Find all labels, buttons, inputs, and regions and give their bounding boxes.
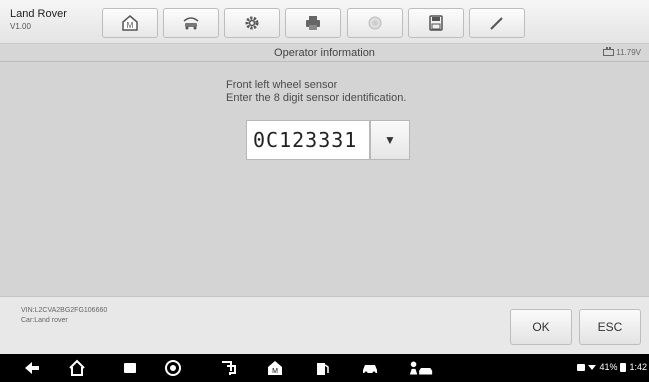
vehicle-person-icon (409, 361, 433, 375)
top-toolbar: Land Rover V1.00 M (0, 0, 649, 44)
sensor-location-label: Front left wheel sensor (226, 79, 338, 91)
page-title: Operator information (274, 47, 375, 59)
autel-home-icon: M (268, 361, 282, 375)
connect-icon (222, 361, 236, 375)
print-button[interactable] (285, 8, 341, 38)
chrome-icon (165, 360, 181, 376)
app-title: Land Rover V1.00 (10, 8, 100, 33)
nav-fuel-button[interactable] (313, 359, 333, 377)
recent-apps-icon (124, 363, 136, 373)
nav-home-button[interactable] (67, 359, 87, 377)
nav-recent-apps-button[interactable] (120, 359, 140, 377)
svg-text:M: M (127, 21, 134, 30)
home-button[interactable]: M (102, 8, 158, 38)
home-icon (69, 359, 85, 376)
nav-chrome-button[interactable] (163, 359, 183, 377)
vehicle-swap-icon (183, 17, 199, 30)
sensor-id-dropdown-button[interactable]: ▼ (370, 120, 410, 160)
svg-text:M: M (272, 368, 278, 375)
battery-icon (603, 47, 615, 56)
home-icon: M (122, 15, 138, 31)
back-icon (25, 362, 39, 374)
car-icon (363, 365, 377, 375)
sensor-id-input[interactable]: 0C123331 (246, 120, 370, 160)
help-icon (368, 16, 382, 30)
wifi-icon (588, 364, 597, 370)
edit-button[interactable] (469, 8, 525, 38)
save-icon (429, 15, 443, 31)
screen-header: Operator information 11.79V (0, 44, 649, 62)
esc-button[interactable]: ESC (579, 309, 641, 345)
instruction-label: Enter the 8 digit sensor identification. (226, 92, 407, 104)
status-bar: 41% 1:42 (577, 362, 647, 372)
chevron-down-icon: ▼ (384, 133, 396, 147)
save-button[interactable] (408, 8, 464, 38)
nav-car-button[interactable] (360, 359, 380, 377)
vin-label: VIN:L2CVA2BG2FG106660 (21, 307, 108, 314)
message-icon (577, 363, 586, 371)
battery-icon (620, 362, 627, 372)
car-label: Car:Land rover (21, 317, 68, 324)
settings-button[interactable] (224, 8, 280, 38)
clock: 1:42 (629, 362, 647, 372)
nav-autel-home-button[interactable]: M (265, 359, 285, 377)
nav-back-button[interactable] (22, 359, 42, 377)
help-button[interactable] (347, 8, 403, 38)
ok-button[interactable]: OK (510, 309, 572, 345)
fuel-icon (317, 363, 329, 375)
battery-percent: 41% (599, 362, 618, 372)
settings-icon (245, 16, 259, 30)
main-panel: Front left wheel sensor Enter the 8 digi… (0, 62, 649, 296)
system-nav-bar: M 41% 1:42 (0, 354, 649, 382)
battery-voltage: 11.79V (603, 47, 641, 57)
battery-voltage-value: 11.79V (616, 48, 641, 57)
edit-icon (490, 17, 503, 30)
app-name: Land Rover (10, 8, 67, 20)
footer-bar: VIN:L2CVA2BG2FG106660 Car:Land rover OK … (0, 296, 649, 354)
vehicle-swap-button[interactable] (163, 8, 219, 38)
print-icon (306, 16, 320, 30)
app-version: V1.00 (10, 22, 31, 31)
nav-connect-button[interactable] (218, 359, 238, 377)
nav-vehicle-person-button[interactable] (407, 359, 435, 377)
